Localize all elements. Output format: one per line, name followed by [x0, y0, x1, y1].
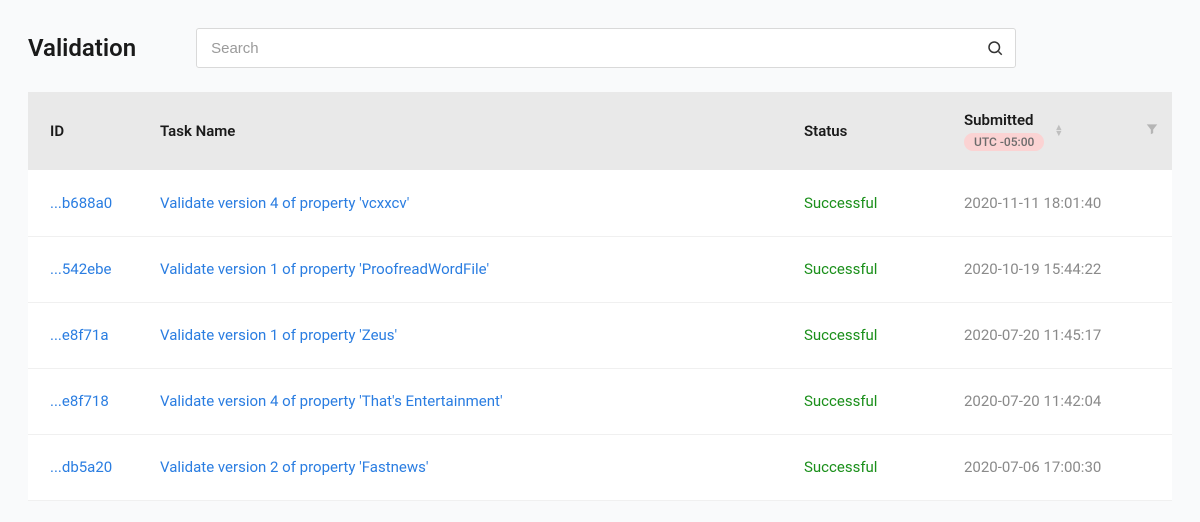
task-name-link[interactable]: Validate version 1 of property 'Zeus' — [160, 326, 397, 344]
column-header-status[interactable]: Status — [792, 92, 952, 170]
task-name-link[interactable]: Validate version 1 of property 'Proofrea… — [160, 260, 489, 278]
page-title: Validation — [28, 34, 136, 62]
status-badge: Successful — [804, 194, 877, 212]
task-name-link[interactable]: Validate version 2 of property 'Fastnews… — [160, 458, 428, 476]
id-link[interactable]: ...b688a0 — [50, 194, 112, 212]
status-badge: Successful — [804, 260, 877, 278]
status-badge: Successful — [804, 326, 877, 344]
submitted-timestamp: 2020-10-19 15:44:22 — [964, 260, 1101, 278]
validation-table: ID Task Name Status Submitted UTC -05:00… — [28, 92, 1172, 501]
column-header-filter[interactable] — [1132, 92, 1172, 170]
column-header-id[interactable]: ID — [28, 92, 148, 170]
submitted-timestamp: 2020-07-20 11:45:17 — [964, 326, 1101, 344]
submitted-label: Submitted — [964, 111, 1034, 129]
column-header-submitted[interactable]: Submitted UTC -05:00 ▲ ▼ — [952, 92, 1132, 170]
submitted-timestamp: 2020-07-06 17:00:30 — [964, 458, 1101, 476]
table-row: ...db5a20 Validate version 2 of property … — [28, 434, 1172, 500]
filter-icon — [1145, 122, 1159, 136]
search-input[interactable] — [196, 28, 1016, 68]
submitted-timestamp: 2020-11-11 18:01:40 — [964, 194, 1101, 212]
search-wrapper — [196, 28, 1016, 68]
task-name-link[interactable]: Validate version 4 of property 'vcxxcv' — [160, 194, 409, 212]
column-header-task-name[interactable]: Task Name — [148, 92, 792, 170]
status-badge: Successful — [804, 458, 877, 476]
table-row: ...e8f71a Validate version 1 of property … — [28, 302, 1172, 368]
status-badge: Successful — [804, 392, 877, 410]
table-row: ...542ebe Validate version 1 of property … — [28, 236, 1172, 302]
table-row: ...e8f718 Validate version 4 of property … — [28, 368, 1172, 434]
sort-icon[interactable]: ▲ ▼ — [1054, 125, 1063, 137]
id-link[interactable]: ...e8f71a — [50, 326, 108, 344]
id-link[interactable]: ...e8f718 — [50, 392, 109, 410]
id-link[interactable]: ...542ebe — [50, 260, 112, 278]
task-name-link[interactable]: Validate version 4 of property 'That's E… — [160, 392, 503, 410]
timezone-badge: UTC -05:00 — [964, 133, 1044, 151]
submitted-timestamp: 2020-07-20 11:42:04 — [964, 392, 1101, 410]
id-link[interactable]: ...db5a20 — [50, 458, 112, 476]
table-row: ...b688a0 Validate version 4 of property … — [28, 170, 1172, 236]
table-header-row: ID Task Name Status Submitted UTC -05:00… — [28, 92, 1172, 170]
page-header: Validation — [28, 0, 1172, 92]
